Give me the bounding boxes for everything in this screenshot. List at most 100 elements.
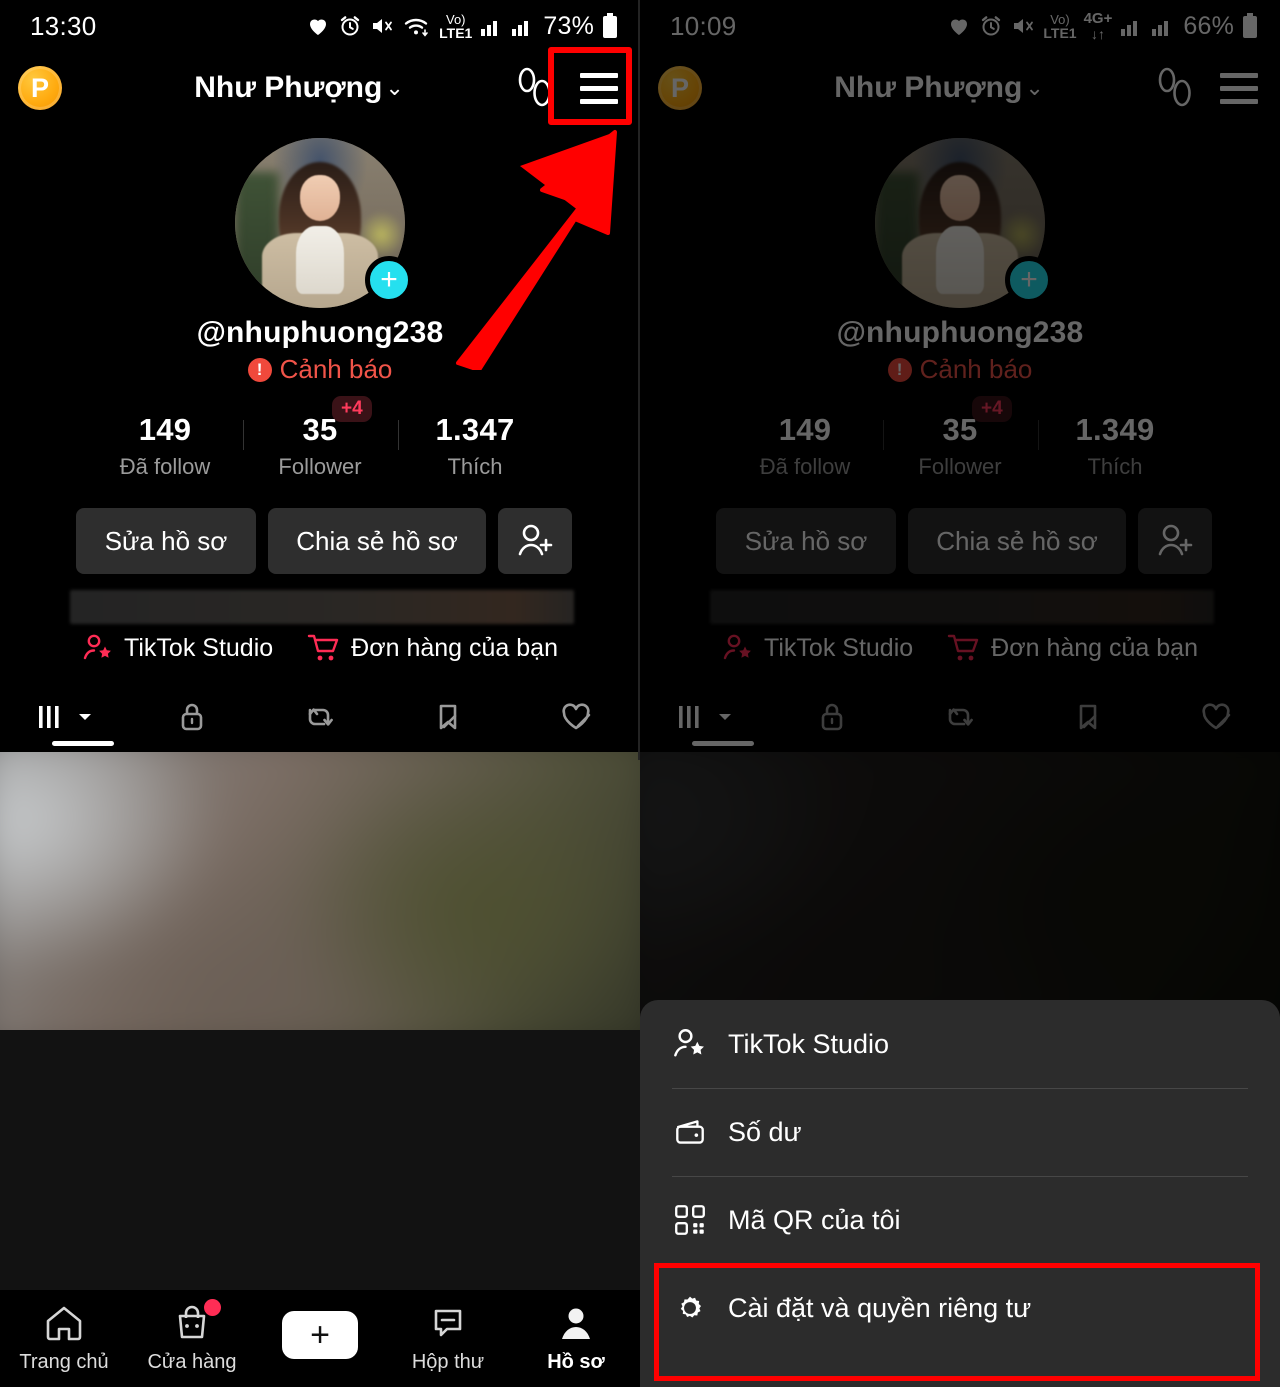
wifi-icon [404,18,428,37]
coin-icon[interactable]: P [18,66,62,110]
add-story-button[interactable]: + [1005,256,1053,304]
stat-value: 149 [138,412,192,447]
coin-icon[interactable]: P [658,66,702,110]
repost-icon [308,708,333,726]
tab-posts[interactable] [0,688,128,746]
tab-liked[interactable] [512,688,640,746]
cart-icon [307,634,339,661]
menu-item-label: TikTok Studio [728,1028,890,1059]
hamburger-menu-button[interactable] [576,65,622,111]
profile-quicklinks-right: TikTok Studio Đơn hàng của bạn [640,632,1280,664]
add-friends-button[interactable] [1138,508,1212,574]
stat-likes[interactable]: 1.347 Thích [397,412,553,480]
tab-private[interactable] [768,688,896,746]
add-story-button[interactable]: + [365,256,413,304]
stat-label: Đã follow [119,454,211,479]
add-friends-button[interactable] [498,508,572,574]
tab-saved[interactable] [1024,688,1152,746]
volte-indicator: Vo) LTE1 [1043,11,1077,41]
quicklink-tiktok-studio[interactable]: TikTok Studio [82,632,273,664]
bottom-navigation: Trang chủ Cửa hàng + Hộp thư Hồ sơ [0,1290,640,1387]
menu-item-balance[interactable]: Số dư [672,1088,1248,1176]
inbox-icon [434,1309,462,1337]
new-followers-badge: +4 [972,396,1012,422]
header-actions [512,65,622,111]
stat-followers[interactable]: +4 35 Follower [882,396,1038,480]
stat-label: Follower [918,454,1002,479]
profile-quicklinks-left: TikTok Studio Đơn hàng của bạn [0,632,640,664]
account-switcher[interactable]: Như Phượng ⌄ [62,71,512,105]
header-actions [1152,65,1262,111]
profile-stats-left: 149 Đã follow +4 35 Follower 1.347 Thích [0,396,640,480]
menu-item-settings-and-privacy[interactable]: Cài đặt và quyền riêng tư [672,1264,1248,1352]
create-icon[interactable]: + [276,1310,364,1359]
gear-icon [680,1296,702,1318]
nav-item-home[interactable]: Trang chủ [0,1303,128,1374]
profile-actions-left: Sửa hồ sơ Chia sẻ hồ sơ [76,508,572,574]
battery-percent: 73% [543,11,594,40]
new-followers-badge: +4 [332,396,372,422]
edit-profile-button[interactable]: Sửa hồ sơ [716,508,896,574]
tab-reposts[interactable] [256,688,384,746]
quicklink-label: Đơn hàng của bạn [351,633,558,662]
hamburger-menu-button[interactable] [1216,65,1262,111]
stat-followers[interactable]: +4 35 Follower [242,396,398,480]
tab-liked[interactable] [1152,688,1280,746]
content-grid-blurred-left [0,752,640,1030]
stat-value: 149 [778,412,832,447]
nav-item-profile[interactable]: Hồ sơ [512,1303,640,1374]
stat-value: 1.349 [1075,412,1155,447]
warning-icon: ! [887,357,912,382]
tab-private[interactable] [128,688,256,746]
lock-icon [821,703,843,731]
nav-item-create[interactable]: + [256,1310,384,1367]
profile-bio-blurred [70,590,574,624]
stat-following[interactable]: 149 Đã follow [88,412,243,480]
nav-item-shop[interactable]: Cửa hàng [128,1299,256,1374]
left-phone-panel: 13:30 Vo) LTE1 73% P Như Phượng ⌄ + @nhu… [0,0,640,1387]
avatar[interactable]: + [875,138,1053,308]
alarm-icon [340,16,360,36]
shop-badge-dot [204,1299,221,1316]
account-switcher[interactable]: Như Phượng ⌄ [702,71,1152,105]
stat-label: Follower [278,454,362,479]
profile-menu-sheet: TikTok Studio Số dư Mã QR của tôi Cài đặ… [640,1000,1280,1387]
quicklink-your-orders[interactable]: Đơn hàng của bạn [307,632,558,664]
active-tab-indicator [52,741,114,746]
chevron-down-icon [78,714,91,720]
quicklink-your-orders[interactable]: Đơn hàng của bạn [947,632,1198,664]
tab-saved[interactable] [384,688,512,746]
warning-banner[interactable]: ! Cảnh báo [0,354,640,385]
footprint-icon[interactable] [512,65,558,111]
status-time: 10:09 [670,10,737,41]
status-icons: Vo) LTE1 73% [305,12,618,41]
stat-likes[interactable]: 1.349 Thích [1037,412,1193,480]
stat-following[interactable]: 149 Đã follow [728,412,883,480]
stat-value: 35 [942,412,978,447]
qr-icon [675,1205,705,1235]
share-profile-button[interactable]: Chia sẻ hồ sơ [268,508,486,574]
menu-item-tiktok-studio[interactable]: TikTok Studio [672,1000,1248,1088]
menu-item-label: Số dư [728,1116,802,1147]
account-name: Như Phượng [834,71,1023,104]
signal-icon-1 [1121,21,1138,36]
chevron-down-icon: ⌄ [385,75,404,100]
quicklink-tiktok-studio[interactable]: TikTok Studio [722,632,913,664]
lock-icon [181,703,203,731]
add-user-icon [1158,524,1193,556]
add-user-icon [518,524,553,556]
nav-item-inbox[interactable]: Hộp thư [384,1303,512,1374]
edit-profile-button[interactable]: Sửa hồ sơ [76,508,256,574]
alarm-icon [982,16,1001,36]
warning-banner[interactable]: ! Cảnh báo [640,354,1280,385]
menu-item-my-qr-code[interactable]: Mã QR của tôi [672,1176,1248,1264]
tab-posts[interactable] [640,688,768,746]
tab-reposts[interactable] [896,688,1024,746]
battery-icon [1243,13,1257,38]
cart-icon [947,634,979,661]
status-bar-right: 10:09 Vo) LTE1 4G+ ↓↑ 66% [640,0,1280,52]
nav-label: Trang chủ [19,1351,109,1373]
share-profile-button[interactable]: Chia sẻ hồ sơ [908,508,1126,574]
footprint-icon[interactable] [1152,65,1198,111]
avatar[interactable]: + [235,138,413,308]
